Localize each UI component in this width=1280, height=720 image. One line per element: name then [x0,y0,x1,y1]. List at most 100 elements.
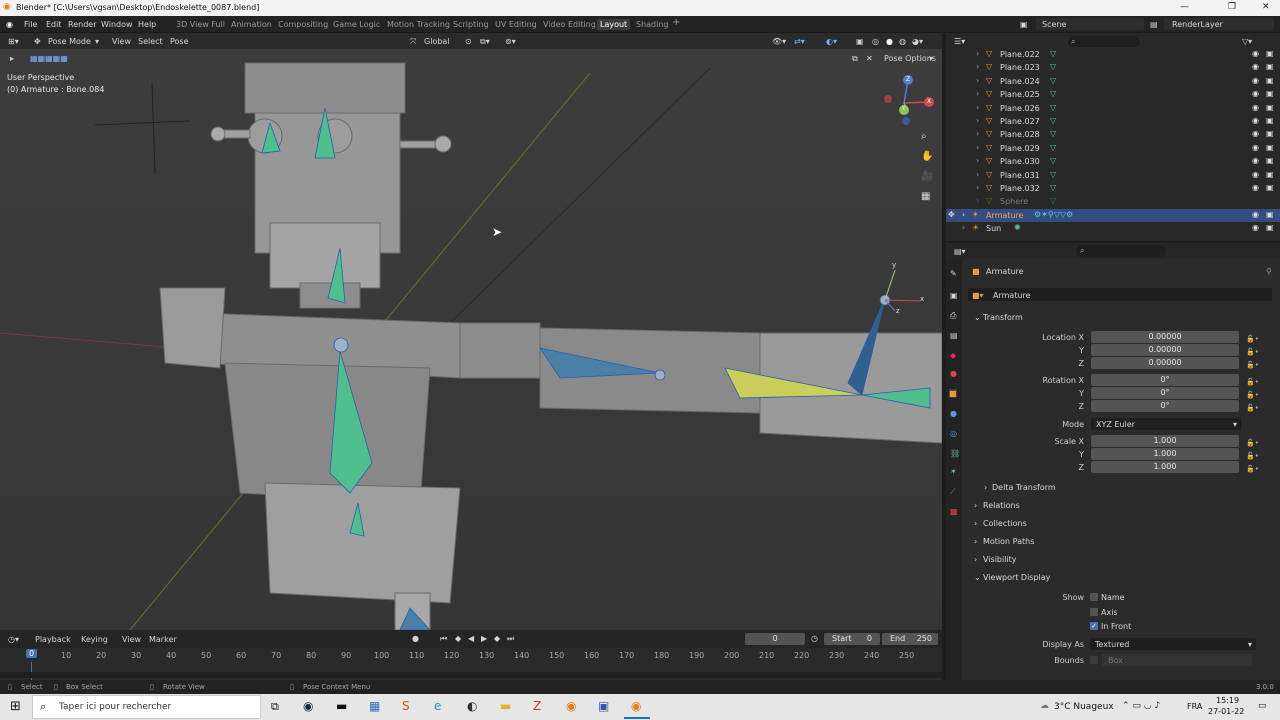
play-icon[interactable]: ▶ [481,634,487,643]
timeline-editor-icon[interactable]: ◷▾ [8,635,19,644]
texture-tab-icon[interactable]: ▩ [950,507,958,516]
outliner-item[interactable]: › ▽ Plane.027 ▽ ◉ ▣ [946,115,1280,128]
shading-rendered-icon[interactable]: ◕▾ [912,37,923,46]
select-mode-icons[interactable]: ▦▦▦▦▦ [30,54,68,63]
outliner-item[interactable]: › ▽ Plane.026 ▽ ◉ ▣ [946,102,1280,115]
add-workspace-icon[interactable]: + [672,17,680,28]
outliner-editor-icon[interactable]: ☰▾ [954,37,965,46]
calculator-icon[interactable]: ▦ [369,699,380,713]
properties-search-input[interactable] [1076,245,1166,257]
menu-edit[interactable]: Edit [46,20,62,29]
lock-icons[interactable]: 🔓• 🔓• 🔓• [1246,333,1259,372]
timeline-ruler[interactable]: 0 10 20 30 40 50 60 70 80 90 100 110 120… [0,648,942,680]
location-x-field[interactable]: 0.00000 [1091,331,1239,343]
constraint-tab-icon[interactable]: ⛓ [950,449,960,458]
shading-material-icon[interactable]: ◍ [899,37,906,46]
workspace-tab[interactable]: Animation [231,20,272,29]
3d-viewport[interactable]: y x z ⊞▾ ✥ Pose Mode ▾ View Select Pose … [0,33,942,630]
notification-icon[interactable]: ▭ [1258,701,1267,711]
bounds-checkbox[interactable] [1090,656,1098,664]
scale-y-field[interactable]: 1.000 [1091,448,1239,460]
outliner-item-selected[interactable]: ✥ › ✶ Armature ⚙✶⚲▽▽⚙ ◉ ▣ [946,208,1280,223]
pin-icon[interactable]: ⚲ [1266,267,1272,276]
outliner-item[interactable]: › ▽ Plane.031 ▽ ◉ ▣ [946,169,1280,182]
tray-icons[interactable]: ⌃ ▭ ◡ ♪ [1122,701,1160,711]
outliner-item[interactable]: › ▽ Plane.029 ▽ ◉ ▣ [946,142,1280,155]
lock-icons[interactable]: 🔓• 🔓• 🔓• [1246,437,1259,476]
file-explorer-icon[interactable]: ▬ [500,699,511,713]
editor-type-icon[interactable]: ⊞▾ [8,37,19,46]
menu-render[interactable]: Render [68,20,96,29]
rotation-x-field[interactable]: 0° [1091,374,1239,386]
minimize-button[interactable]: — [1180,2,1189,12]
menu-pose[interactable]: Pose [170,37,189,46]
outliner-item[interactable]: › ▽ Sphere ▽ [946,195,1280,208]
zoom-icon[interactable]: ⌕ [921,131,927,142]
view-layer-tab-icon[interactable]: ▤ [950,331,958,340]
timeline-panel[interactable]: ◷▾ Playback Keying View Marker ● ⏮ ◆ ◀ ▶… [0,630,942,680]
snap-icon[interactable]: ⧉▾ [480,37,490,47]
location-y-field[interactable]: 0.00000 [1091,344,1239,356]
location-z-field[interactable]: 0.00000 [1091,357,1239,369]
menu-help[interactable]: Help [138,20,156,29]
next-keyframe-icon[interactable]: ◆ [494,634,500,643]
tool-tab-icon[interactable]: ✎ [950,269,957,278]
jump-start-icon[interactable]: ⏮ [440,634,447,644]
marker-menu[interactable]: Marker [149,635,177,644]
delta-transform-section[interactable]: Delta Transform [992,483,1056,492]
scale-x-field[interactable]: 1.000 [1091,435,1239,447]
terminal-icon[interactable]: ▬ [336,699,347,713]
menu-select[interactable]: Select [138,37,163,46]
in-front-checkbox[interactable]: ✓ [1090,622,1098,630]
end-frame-field[interactable]: End 250 [882,633,938,645]
object-selector-icon[interactable]: ■▾ [972,291,984,300]
rotation-z-field[interactable]: 0° [1091,400,1239,412]
bounds-select[interactable] [1102,654,1252,666]
workspace-tab[interactable]: Shading [636,20,669,29]
play-reverse-icon[interactable]: ◀ [468,634,474,643]
workspace-tab-active[interactable]: Layout [597,19,631,30]
filter-icon[interactable]: ▽▾ [1242,37,1252,46]
collections-section[interactable]: Collections [983,519,1027,528]
prev-keyframe-icon[interactable]: ◆ [455,634,461,643]
motion-paths-section[interactable]: Motion Paths [983,537,1034,546]
workspace-tab[interactable]: Compositing [278,20,328,29]
menu-view[interactable]: View [112,37,131,46]
transform-pivot-icon[interactable]: ⧉ [852,54,858,64]
section-arrow-icon[interactable]: ⌄ [974,313,981,322]
weather-icon[interactable]: ☁ [1040,701,1049,711]
weather-text[interactable]: 3°C Nuageux [1054,702,1114,712]
blender-active-icon[interactable]: ◉ [631,699,641,713]
input-language[interactable]: FRA [1187,702,1202,711]
outliner-item[interactable]: › ▽ Plane.022 ▽ ◉ ▣ [946,48,1280,61]
overlay-toggle-icon[interactable]: ◐▾ [826,37,837,46]
start-frame-field[interactable]: Start 0 [824,633,880,645]
keying-menu[interactable]: Keying [81,635,108,644]
close-button[interactable]: ✕ [1262,2,1270,12]
bone-tab-icon[interactable]: ⟋ [950,487,956,497]
menu-window[interactable]: Window [101,20,133,29]
steam-icon[interactable]: ◉ [303,699,313,713]
physics-tab-icon[interactable]: ◎ [950,429,957,438]
clock-icon[interactable]: ◷ [811,634,818,643]
playback-menu[interactable]: Playback [35,635,71,644]
blender-taskbar-icon[interactable]: ◉ [566,699,576,713]
shading-solid-icon[interactable]: ● [886,37,893,46]
section-arrow-icon[interactable]: › [984,483,987,492]
gizmo-toggle-icon[interactable]: ⇄▾ [794,37,805,46]
properties-panel[interactable]: ▤▾ ⌕ ✎ ▣ ⎙ ▤ ◆ ● ■ ● ◎ ⛓ ✶ ⟋ ▩ ■ Armatur… [946,243,1280,680]
mode-selector[interactable]: Pose Mode [48,37,91,46]
proportional-icon[interactable]: ⊚▾ [505,37,516,46]
outliner-item[interactable]: › ▽ Plane.028 ▽ ◉ ▣ [946,128,1280,141]
mirror-icon[interactable]: ✕ [866,54,873,63]
workspace-tab[interactable]: Scripting [453,20,489,29]
properties-editor-icon[interactable]: ▤▾ [954,247,966,256]
outliner-item[interactable]: › ▽ Plane.024 ▽ ◉ ▣ [946,75,1280,88]
scene-tab-icon[interactable]: ◆ [950,351,956,360]
world-tab-icon[interactable]: ● [950,369,957,378]
outliner-item[interactable]: › ▽ Plane.025 ▽ ◉ ▣ [946,88,1280,101]
pan-hand-icon[interactable]: ✋ [921,151,933,162]
menu-file[interactable]: File [24,20,37,29]
workspace-tab[interactable]: Game Logic [333,20,380,29]
app-window-icon[interactable]: ▣ [598,699,609,713]
